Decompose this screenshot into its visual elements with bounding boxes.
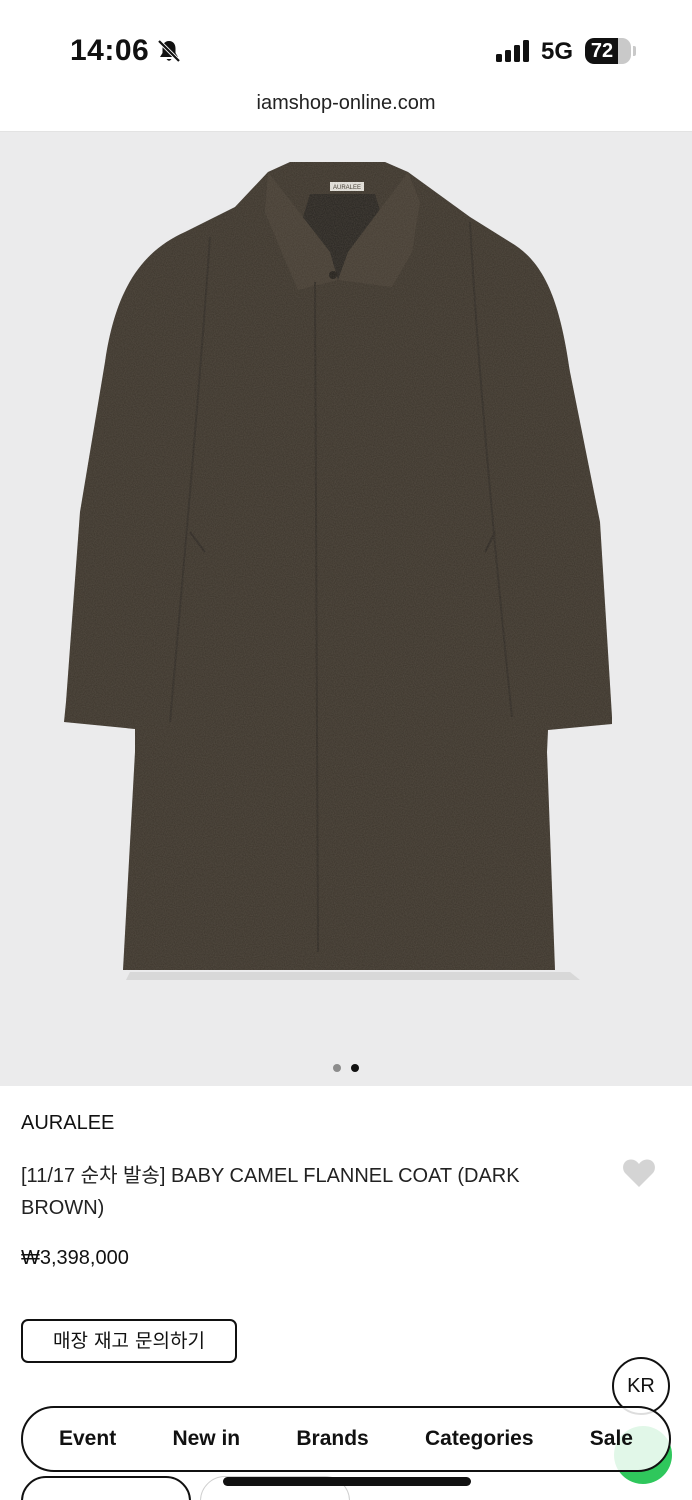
address-bar-url[interactable]: iamshop-online.com xyxy=(0,92,692,115)
nav-item-brands[interactable]: Brands xyxy=(296,1427,368,1451)
home-indicator xyxy=(223,1477,471,1486)
battery-icon: 72 xyxy=(585,38,631,64)
secondary-pill-button[interactable] xyxy=(21,1476,191,1500)
product-image[interactable]: AURALEE xyxy=(0,132,692,1086)
page: 14:06 5G 72 iamshop-online.com AURALEE [… xyxy=(0,0,692,1500)
wishlist-heart-icon[interactable] xyxy=(622,1158,656,1188)
status-time: 14:06 xyxy=(70,34,150,67)
nav-item-event[interactable]: Event xyxy=(59,1427,116,1451)
product-brand[interactable]: AURALEE xyxy=(21,1112,114,1135)
product-price: ₩3,398,000 xyxy=(21,1247,129,1269)
store-stock-inquiry-button[interactable]: 매장 재고 문의하기 xyxy=(21,1319,237,1363)
nav-item-sale[interactable]: Sale xyxy=(590,1427,633,1451)
pagination-dot[interactable] xyxy=(351,1064,360,1072)
pagination-dot[interactable] xyxy=(332,1064,341,1072)
bottom-nav: Event New in Brands Categories Sale xyxy=(21,1406,671,1472)
battery-nub xyxy=(633,46,636,56)
nav-item-new-in[interactable]: New in xyxy=(172,1427,240,1451)
bell-muted-icon xyxy=(157,39,181,63)
battery-level: 72 xyxy=(590,40,614,62)
product-title: [11/17 순차 발송] BABY CAMEL FLANNEL COAT (D… xyxy=(21,1165,520,1219)
status-bar: 14:06 5G 72 xyxy=(0,0,692,88)
network-type: 5G xyxy=(541,38,574,65)
nav-item-categories[interactable]: Categories xyxy=(425,1427,534,1451)
signal-icon xyxy=(496,40,529,62)
gallery-pagination[interactable] xyxy=(0,1059,692,1077)
coat-illustration: AURALEE xyxy=(64,162,612,980)
